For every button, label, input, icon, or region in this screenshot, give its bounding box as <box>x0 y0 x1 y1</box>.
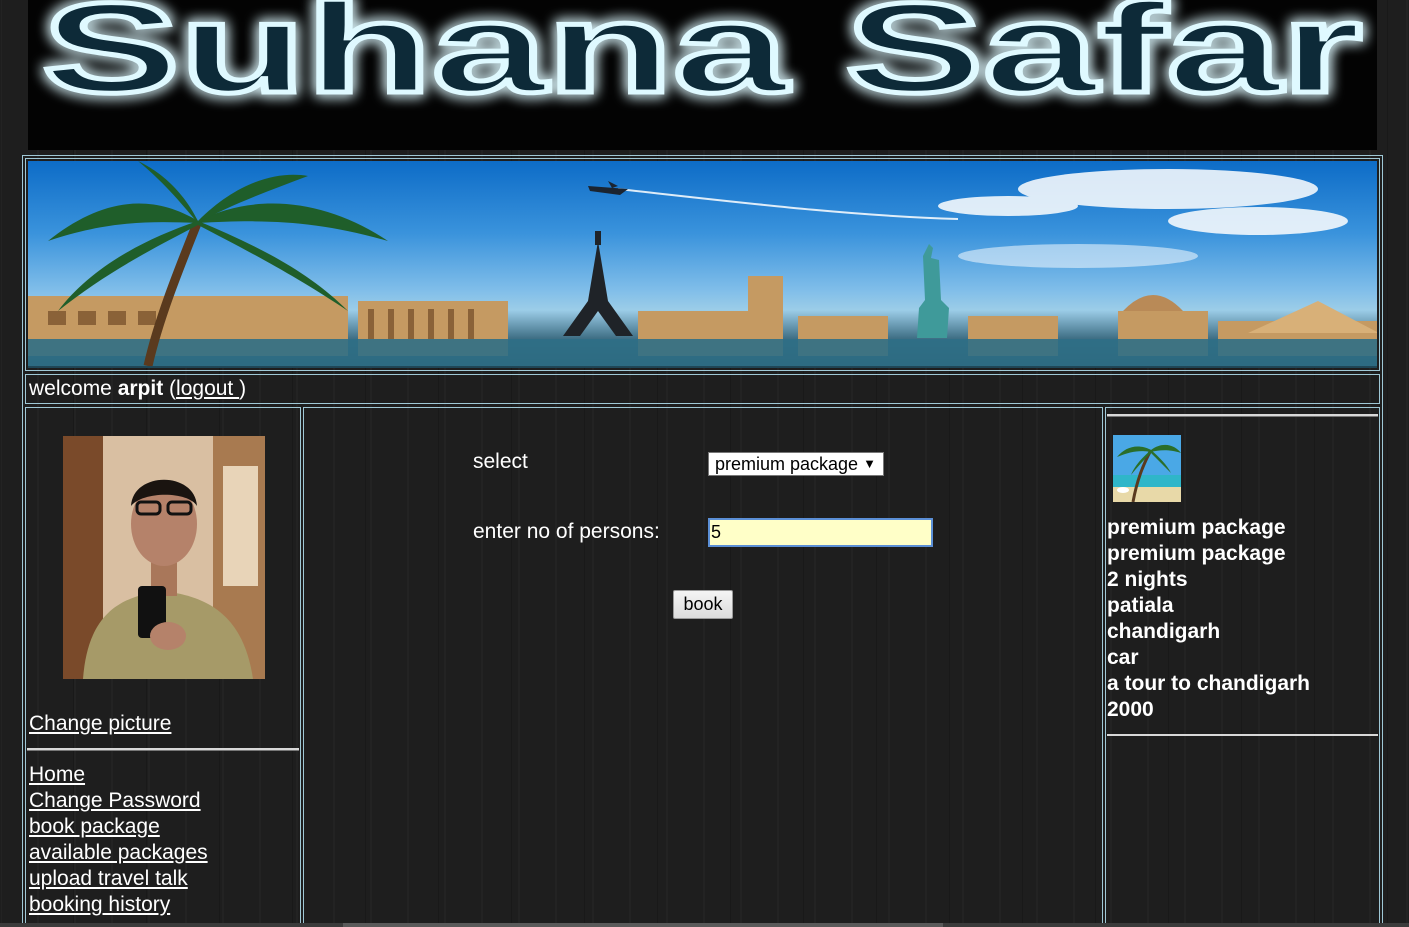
package-description: a tour to chandigarh <box>1107 672 1311 695</box>
nav-book-package-link[interactable]: book package <box>29 814 208 840</box>
dropdown-arrow-icon: ▼ <box>863 456 876 471</box>
nav-home-link[interactable]: Home <box>29 762 208 788</box>
logo-text: Suhana Safar <box>42 0 1362 120</box>
hero-banner-image <box>28 161 1377 368</box>
package-info: premium package premium package 2 nights… <box>1107 515 1310 723</box>
open-paren: ( <box>163 377 177 400</box>
hero-banner-cell <box>25 158 1380 371</box>
profile-picture <box>63 436 265 679</box>
nav-available-packages-link[interactable]: available packages <box>29 840 208 866</box>
package-type: premium package <box>1107 542 1286 565</box>
select-label: select <box>473 450 528 473</box>
package-duration: 2 nights <box>1107 568 1188 591</box>
persons-label: enter no of persons: <box>473 520 660 543</box>
package-name: premium package <box>1107 516 1286 539</box>
persons-input[interactable] <box>708 518 933 547</box>
package-bottom-divider <box>1107 734 1378 736</box>
close-paren: ) <box>239 377 247 400</box>
nav-booking-history-link[interactable]: booking history <box>29 892 208 918</box>
welcome-prefix: welcome <box>29 377 118 400</box>
package-source: patiala <box>1107 594 1174 617</box>
package-select-value: premium package <box>715 454 859 474</box>
package-details-panel: premium package premium package 2 nights… <box>1105 407 1380 927</box>
sidebar-nav: Home Change Password book package availa… <box>29 762 208 918</box>
package-select[interactable]: premium package ▼ <box>708 452 884 476</box>
scrollbar-thumb[interactable] <box>343 923 943 927</box>
site-logo: Suhana Safar <box>40 0 1365 123</box>
package-destination: chandigarh <box>1107 620 1221 643</box>
welcome-bar: welcome arpit (logout ) <box>25 374 1380 404</box>
site-logo-banner: Suhana Safar <box>28 0 1377 150</box>
profile-photo <box>63 436 265 679</box>
booking-form: select premium package ▼ enter no of per… <box>303 407 1103 927</box>
package-transport: car <box>1107 646 1139 669</box>
horizontal-scrollbar[interactable] <box>0 923 1409 927</box>
beach-thumbnail <box>1113 435 1181 502</box>
username: arpit <box>117 377 164 400</box>
sidebar-divider <box>27 748 299 751</box>
change-picture-link[interactable]: Change picture <box>29 711 171 737</box>
page: Suhana Safar welcome arpit (logout) Cha… <box>0 0 1409 927</box>
left-sidebar: Change picture Home Change Password book… <box>25 407 301 927</box>
book-button[interactable]: book <box>673 590 733 619</box>
nav-upload-travel-talk-link[interactable]: upload travel talk <box>29 866 208 892</box>
package-price: 2000 <box>1107 698 1154 721</box>
package-thumbnail <box>1113 435 1181 502</box>
main-frame: welcome arpit (logout ) Change picture H… <box>22 155 1383 927</box>
world-landmarks-illustration <box>28 161 1377 367</box>
nav-change-password-link[interactable]: Change Password <box>29 788 208 814</box>
logout-link[interactable]: logout <box>176 377 239 400</box>
package-top-divider <box>1107 414 1378 417</box>
